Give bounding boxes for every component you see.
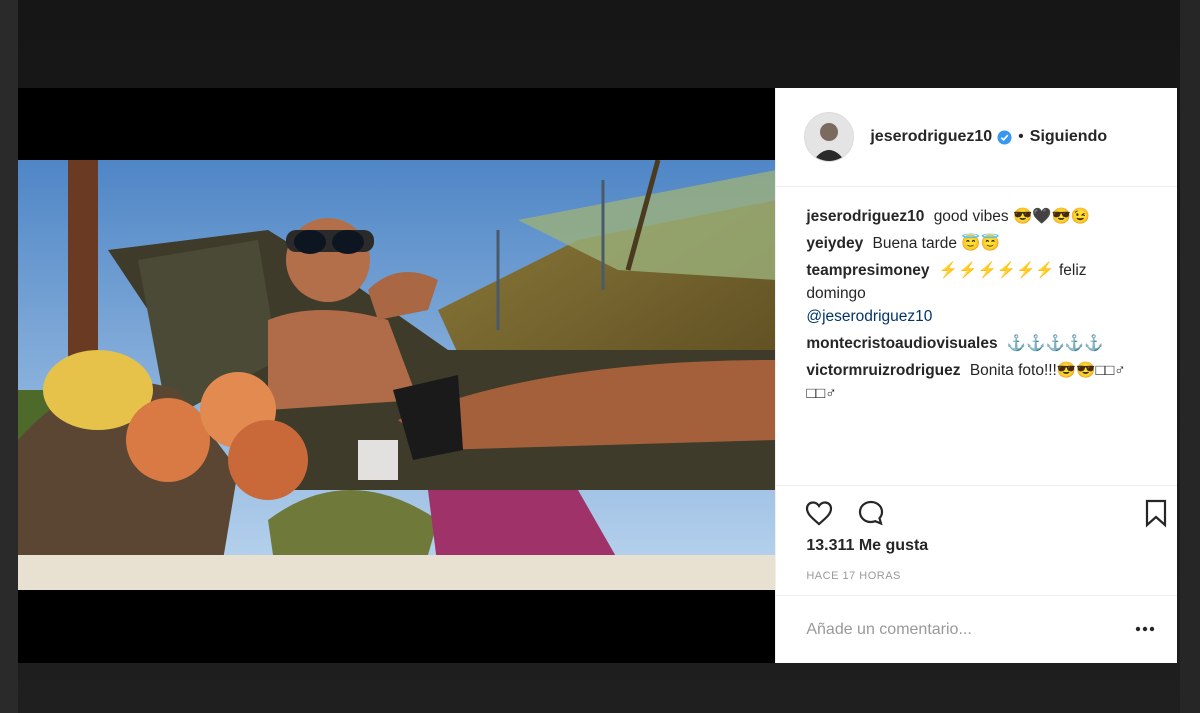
comment-text: good vibes 😎🖤😎😉	[933, 208, 1091, 225]
comment-item: yeiydey Buena tarde 😇😇	[806, 232, 1149, 255]
add-comment-bar	[776, 595, 1178, 664]
author-username[interactable]: jeserodriguez10	[870, 128, 992, 146]
follow-status-button[interactable]: Siguiendo	[1030, 128, 1107, 146]
comment-item: victormruizrodriguez Bonita foto!!!😎😎□□♂…	[806, 359, 1149, 405]
post-media[interactable]	[18, 88, 776, 663]
comment-username[interactable]: teampresimoney	[806, 262, 929, 279]
comment-item: montecristoaudiovisuales ⚓⚓⚓⚓⚓	[806, 332, 1149, 355]
comment-username[interactable]: yeiydey	[806, 235, 863, 252]
right-edge	[1180, 0, 1200, 713]
post-modal: jeserodriguez10 • Siguiendo jeserodrigue…	[18, 88, 1178, 664]
comment-text: ⚓⚓⚓⚓⚓	[1006, 335, 1104, 352]
profile-avatar[interactable]	[804, 112, 855, 162]
add-comment-input[interactable]	[806, 618, 1107, 642]
post-photo[interactable]	[18, 160, 776, 590]
comment-bubble-icon[interactable]	[856, 498, 886, 528]
left-edge	[0, 0, 18, 713]
comment-username[interactable]: jeserodriguez10	[806, 208, 924, 225]
comment-item: jeserodriguez10 good vibes 😎🖤😎😉	[806, 205, 1149, 228]
post-header: jeserodriguez10 • Siguiendo	[776, 88, 1177, 187]
comments-list: jeserodriguez10 good vibes 😎🖤😎😉 yeiydey …	[776, 187, 1177, 487]
photo-illustration	[18, 160, 776, 590]
header-separator: •	[1018, 128, 1024, 145]
comment-item: teampresimoney ⚡⚡⚡⚡⚡⚡ feliz domingo @jes…	[806, 259, 1149, 328]
comment-text: Buena tarde 😇😇	[872, 235, 1000, 252]
heart-icon[interactable]	[804, 498, 834, 528]
more-options-icon[interactable]	[1135, 624, 1155, 634]
post-timestamp[interactable]: HACE 17 HORAS	[806, 570, 901, 582]
verified-badge-icon	[997, 129, 1012, 145]
post-actions: 13.311 Me gusta HACE 17 HORAS	[776, 485, 1178, 596]
post-side-panel: jeserodriguez10 • Siguiendo jeserodrigue…	[775, 88, 1178, 664]
bookmark-icon[interactable]	[1144, 498, 1168, 528]
likes-count[interactable]: 13.311 Me gusta	[806, 537, 928, 555]
comment-username[interactable]: victormruizrodriguez	[806, 362, 960, 379]
comment-mention-link[interactable]: @jeserodriguez10	[806, 308, 932, 325]
comment-username[interactable]: montecristoaudiovisuales	[806, 335, 997, 352]
